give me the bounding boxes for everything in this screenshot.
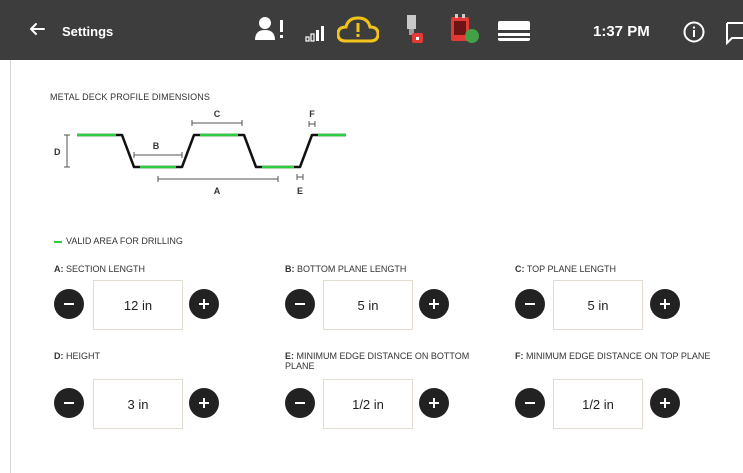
- page-title: Settings: [62, 24, 114, 39]
- tool-lock-icon[interactable]: [400, 14, 426, 51]
- section-length-decrement-button[interactable]: [54, 289, 84, 319]
- section-length-value[interactable]: 12 in: [93, 280, 183, 330]
- diagram-label-d: D: [54, 147, 61, 157]
- height-increment-button[interactable]: [189, 388, 219, 418]
- printer-icon[interactable]: [497, 20, 531, 47]
- diagram-label-e: E: [297, 186, 303, 196]
- legend-swatch: [54, 240, 62, 243]
- minus-icon: [525, 402, 535, 404]
- diagram-label-c: C: [214, 109, 221, 119]
- field-label-c: C: TOP PLANE LENGTH: [515, 264, 617, 274]
- section-length-increment-button[interactable]: [189, 289, 219, 319]
- clock-time: 1:37 PM: [593, 23, 650, 40]
- minus-icon: [64, 303, 74, 305]
- top-edge-distance-decrement-button[interactable]: [515, 388, 545, 418]
- drill-area-legend: VALID AREA FOR DRILLING: [54, 236, 183, 246]
- field-label-b: B: BOTTOM PLANE LENGTH: [285, 264, 407, 274]
- plus-icon: [660, 398, 670, 408]
- field-label-a: A: SECTION LENGTH: [54, 264, 146, 274]
- field-label-d: D: HEIGHT: [54, 351, 101, 361]
- signal-icon: [305, 22, 327, 47]
- user-alert-icon[interactable]: [255, 14, 289, 49]
- legend-text: VALID AREA FOR DRILLING: [66, 236, 183, 246]
- minus-icon: [64, 402, 74, 404]
- top-edge-distance-value[interactable]: 1/2 in: [553, 379, 643, 429]
- plus-icon: [429, 299, 439, 309]
- minus-icon: [295, 402, 305, 404]
- section-title: METAL DECK PROFILE DIMENSIONS: [50, 92, 210, 102]
- top-edge-distance-increment-button[interactable]: [650, 388, 680, 418]
- deck-profile-diagram: C B A D F E: [50, 104, 360, 204]
- back-arrow-icon[interactable]: [26, 18, 48, 40]
- diagram-label-b: B: [153, 141, 160, 151]
- bottom-plane-length-decrement-button[interactable]: [285, 289, 315, 319]
- plus-icon: [429, 398, 439, 408]
- height-decrement-button[interactable]: [54, 388, 84, 418]
- panel-border: [10, 60, 11, 473]
- bottom-edge-distance-decrement-button[interactable]: [285, 388, 315, 418]
- plus-icon: [199, 398, 209, 408]
- field-label-f: F: MINIMUM EDGE DISTANCE ON TOP PLANE: [515, 351, 711, 361]
- height-value[interactable]: 3 in: [93, 379, 183, 429]
- minus-icon: [295, 303, 305, 305]
- top-plane-length-value[interactable]: 5 in: [553, 280, 643, 330]
- bottom-edge-distance-value[interactable]: 1/2 in: [323, 379, 413, 429]
- top-app-bar: Settings 1:37 PM: [0, 0, 743, 60]
- plus-icon: [199, 299, 209, 309]
- diagram-label-f: F: [309, 109, 315, 119]
- bottom-plane-length-value[interactable]: 5 in: [323, 280, 413, 330]
- battery-status-icon[interactable]: [450, 14, 482, 51]
- plus-icon: [660, 299, 670, 309]
- minus-icon: [525, 303, 535, 305]
- diagram-label-a: A: [214, 186, 221, 196]
- top-plane-length-decrement-button[interactable]: [515, 289, 545, 319]
- cloud-icon[interactable]: [336, 14, 380, 49]
- info-icon[interactable]: [683, 21, 705, 48]
- bottom-plane-length-increment-button[interactable]: [419, 289, 449, 319]
- top-plane-length-increment-button[interactable]: [650, 289, 680, 319]
- bottom-edge-distance-increment-button[interactable]: [419, 388, 449, 418]
- field-label-e: E: MINIMUM EDGE DISTANCE ON BOTTOM PLANE: [285, 351, 470, 371]
- chat-icon[interactable]: [725, 21, 743, 50]
